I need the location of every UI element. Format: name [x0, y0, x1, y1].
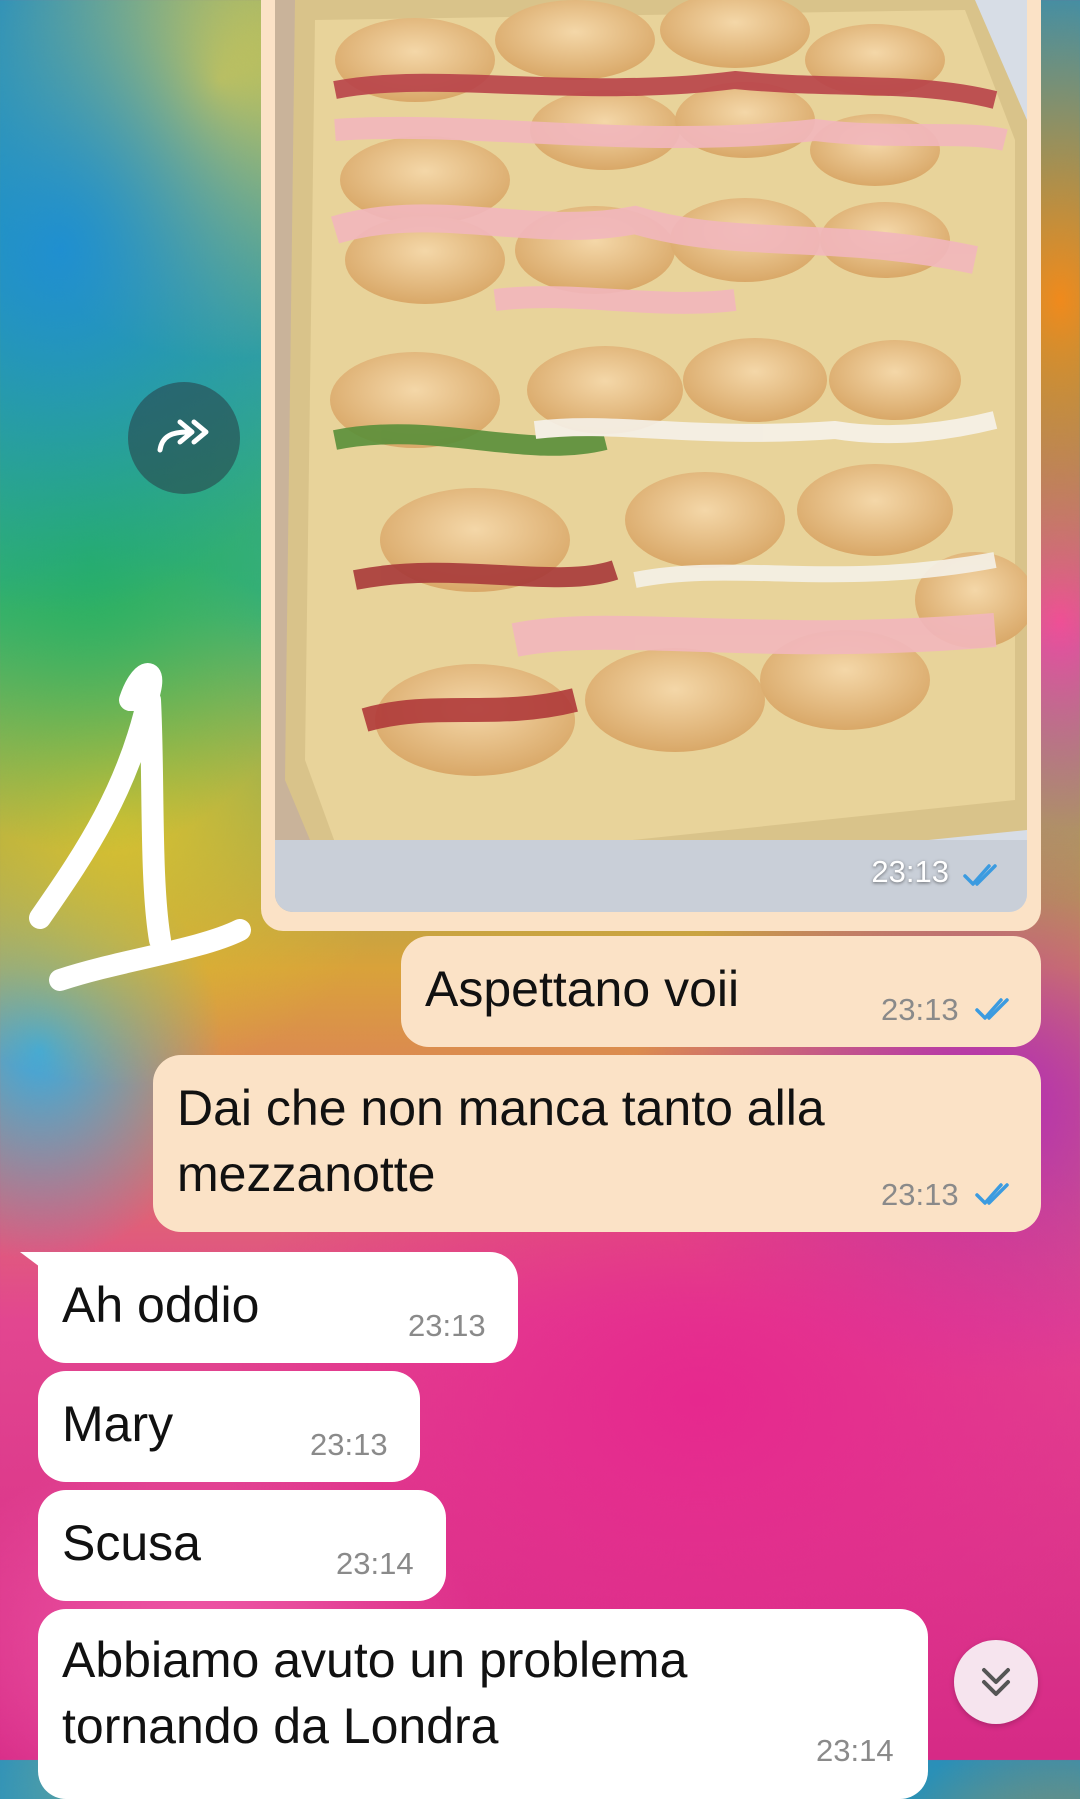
handwritten-number-doodle [29, 663, 251, 991]
message-timestamp: 23:13 [310, 1427, 388, 1462]
forward-icon [157, 419, 209, 453]
double-check-icon [975, 1183, 1009, 1205]
message-timestamp: 23:14 [336, 1546, 414, 1581]
sandwich-platter-photo[interactable]: 23:13 [275, 0, 1027, 912]
image-message-bubble[interactable]: 23:13 [261, 0, 1041, 931]
double-check-icon [975, 998, 1009, 1020]
message-timestamp: 23:13 [881, 1177, 959, 1212]
message-bubble-incoming[interactable]: Mary 23:13 [38, 1371, 420, 1482]
message-timestamp: 23:13 [408, 1308, 486, 1343]
message-text: Aspettano voii [425, 961, 740, 1017]
message-text: Scusa [62, 1515, 201, 1571]
message-bubble-outgoing[interactable]: Dai che non manca tanto alla mezzanotte … [153, 1055, 1041, 1232]
scroll-to-bottom-button[interactable] [954, 1640, 1038, 1724]
message-bubble-incoming[interactable]: Ah oddio 23:13 [38, 1252, 518, 1363]
message-text: Ah oddio [62, 1277, 260, 1333]
forward-button[interactable] [128, 382, 240, 494]
message-bubble-incoming[interactable]: Scusa 23:14 [38, 1490, 446, 1601]
image-timestamp: 23:13 [871, 854, 949, 889]
message-timestamp: 23:14 [816, 1733, 894, 1768]
double-check-icon [963, 864, 997, 886]
message-timestamp: 23:13 [881, 992, 959, 1027]
message-bubble-outgoing[interactable]: Aspettano voii 23:13 [401, 936, 1041, 1047]
message-text: Mary [62, 1396, 174, 1452]
message-text: Abbiamo avuto un problema tornando da Lo… [62, 1632, 688, 1754]
message-text: Dai che non manca tanto alla mezzanotte [177, 1080, 825, 1202]
message-bubble-incoming[interactable]: Abbiamo avuto un problema tornando da Lo… [38, 1609, 928, 1799]
photo-illustration [275, 0, 1027, 912]
chevron-double-down-icon [982, 1668, 1010, 1696]
